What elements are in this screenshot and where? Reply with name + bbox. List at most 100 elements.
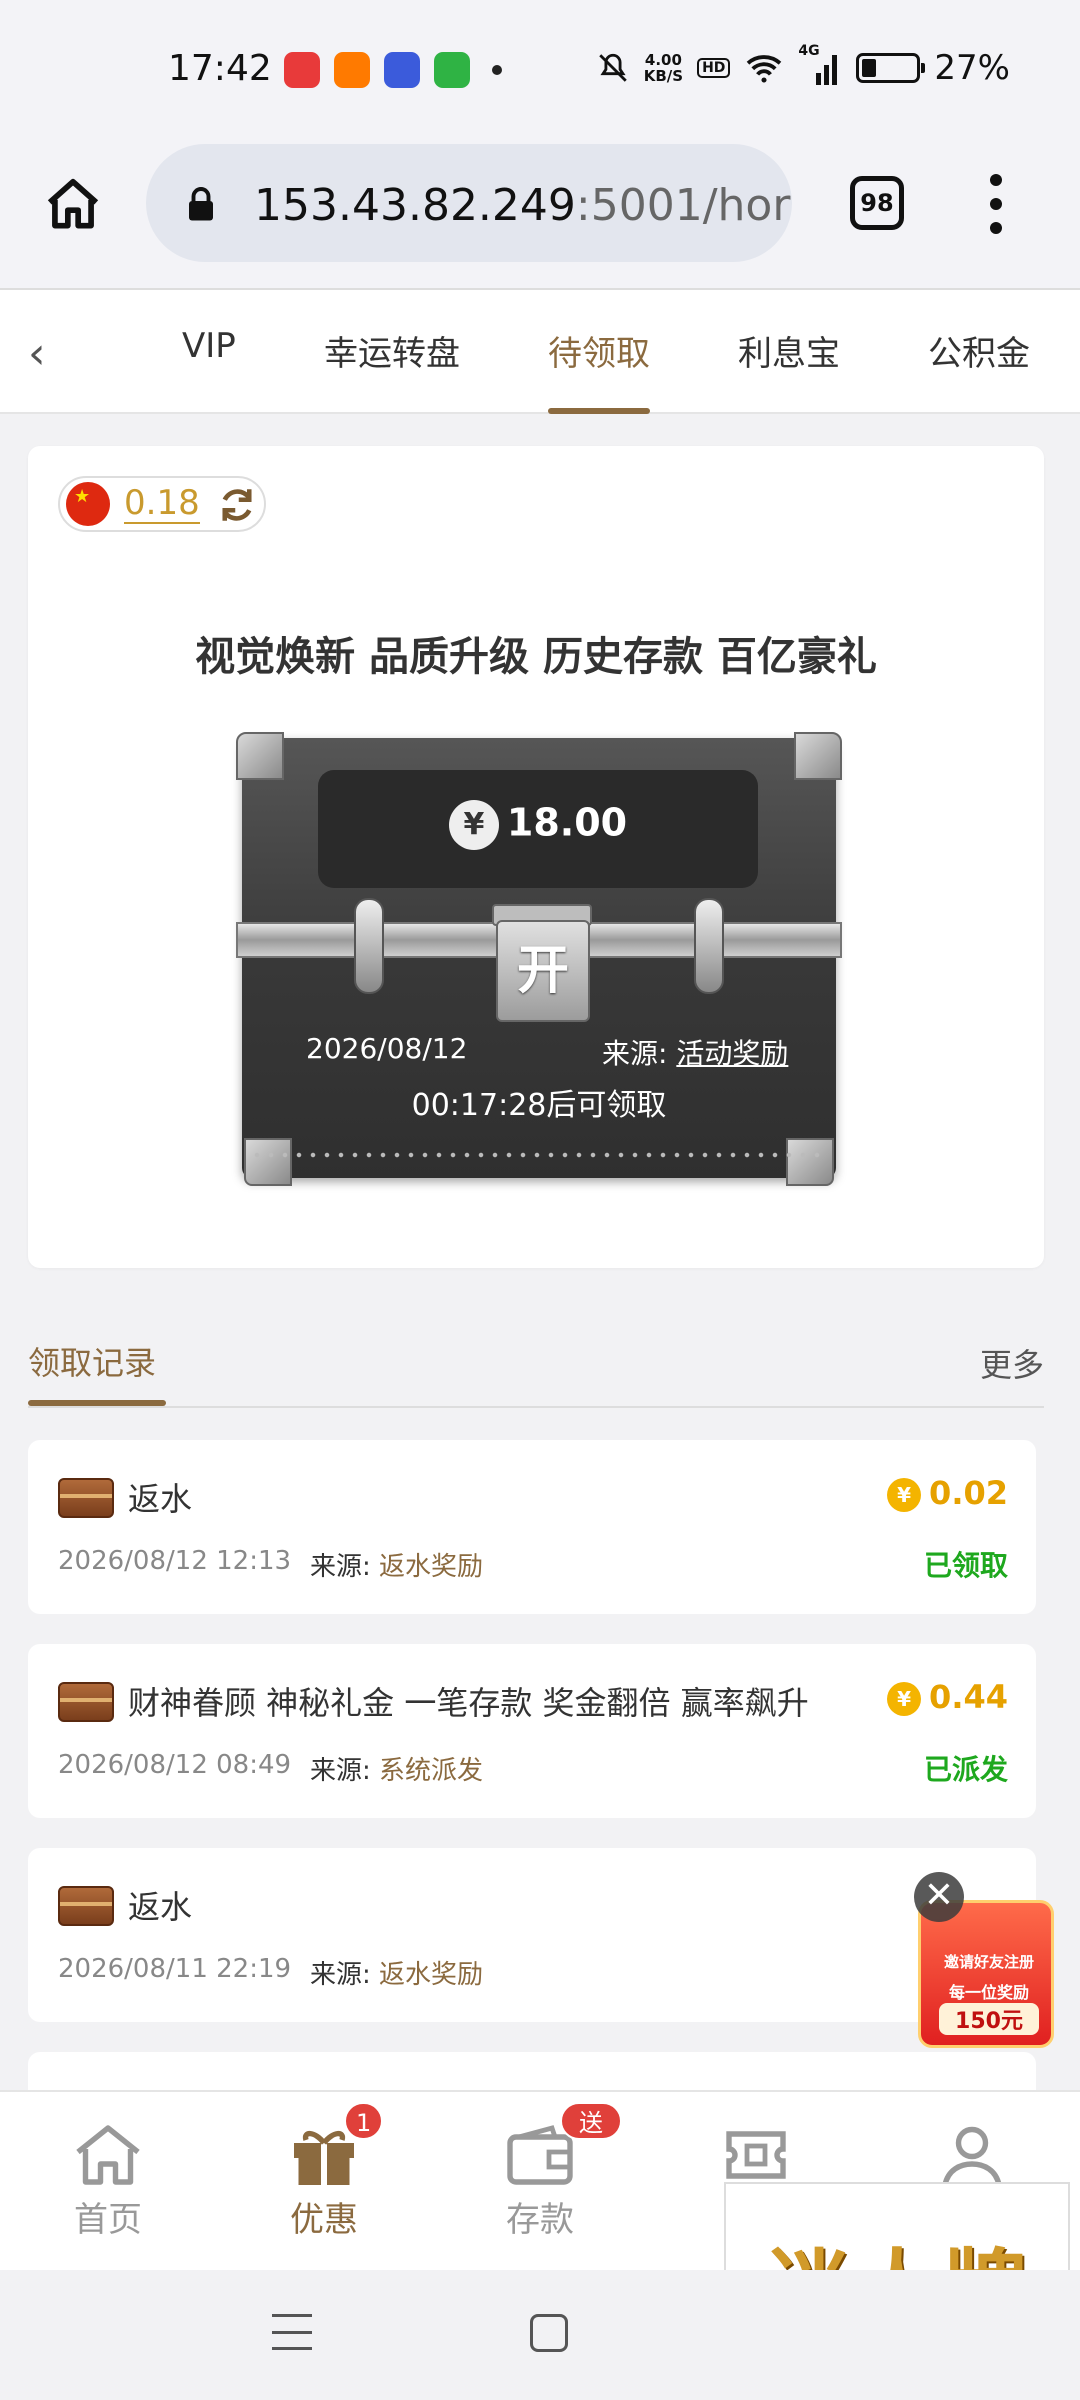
lock-icon	[189, 187, 213, 221]
battery-percent: 27%	[934, 48, 1010, 88]
system-home-icon[interactable]	[530, 2314, 568, 2352]
records-header: 领取记录 更多	[28, 1312, 1044, 1408]
recent-apps-icon[interactable]	[272, 2314, 312, 2350]
tab-deposit[interactable]: 存款 送3%	[460, 2092, 623, 2272]
record-amount: ¥0.02	[887, 1474, 1008, 1512]
address-bar[interactable]: 153.43.82.249:5001/hor	[146, 144, 792, 262]
open-lock-button[interactable]: 开	[496, 920, 590, 1022]
record-item[interactable]: 财神眷顾 神秘礼金 一笔存款 奖金翻倍 赢率飙升 ¥0.44 2026/08/1…	[28, 1644, 1036, 1818]
treasure-chest-icon	[58, 1886, 114, 1926]
record-source-value: 返水奖励	[379, 1552, 484, 1582]
record-item[interactable]: 返水 ¥0.02 2026/08/12 12:13 来源: 返水奖励 已领取	[28, 1440, 1036, 1614]
taobao-app-icon	[334, 52, 370, 88]
record-status: 已领取	[923, 1549, 1008, 1582]
china-flag-icon: ★	[66, 482, 110, 526]
close-icon[interactable]: ✕	[914, 1872, 964, 1922]
tab-vip[interactable]: VIP	[182, 326, 236, 366]
phone-app-icon	[434, 52, 470, 88]
home-icon[interactable]	[42, 174, 104, 236]
balance-pill: ★ 0.18	[58, 476, 266, 532]
treasure-chest-icon	[58, 1682, 114, 1722]
chest-rivets	[250, 1152, 828, 1158]
chest-source-link[interactable]: 活动奖励	[676, 1037, 788, 1070]
record-source-value: 系统派发	[379, 1756, 484, 1786]
wifi-icon	[747, 55, 782, 83]
chest-corner	[786, 1138, 834, 1186]
signal-icon: 4G	[798, 43, 842, 85]
net-speed: 4.00 KB/S	[644, 52, 683, 84]
tab-pending[interactable]: 待领取	[548, 326, 650, 375]
record-title: 返水	[128, 1480, 193, 1518]
status-bar: 17:42 4.00 KB/S HD 4G 27%	[0, 0, 1080, 140]
chest-corner	[244, 1138, 292, 1186]
mute-icon	[598, 53, 627, 82]
record-source-label: 来源:	[310, 1552, 371, 1582]
back-chevron-icon[interactable]: ‹	[28, 328, 46, 379]
record-source-label: 来源:	[310, 1756, 371, 1786]
more-notifications-icon	[492, 65, 502, 75]
coupon-app-icon	[384, 52, 420, 88]
record-time: 2026/08/12 12:13	[58, 1546, 292, 1576]
record-title: 返水	[128, 1888, 193, 1926]
record-time: 2026/08/12 08:49	[58, 1750, 292, 1780]
tab-interest[interactable]: 利息宝	[738, 326, 840, 375]
balance-value: 0.18	[124, 483, 200, 524]
signal-label: 4G	[798, 43, 820, 59]
chest-source: 来源: 活动奖励	[602, 1032, 788, 1072]
record-amount-value: 0.02	[929, 1474, 1008, 1512]
promotions-badge: 1	[344, 2102, 384, 2140]
chest-amount-plate: ¥18.00	[318, 770, 758, 888]
url-host: 153.43.82.249	[254, 180, 576, 231]
records-tab-indicator	[28, 1400, 166, 1406]
deposit-bonus-badge: 送3%	[560, 2102, 623, 2175]
invite-banner[interactable]: 邀请好友注册 每一位奖励 150元	[918, 1900, 1054, 2048]
tab-home[interactable]: 首页	[28, 2092, 188, 2272]
invite-line1: 邀请好友注册	[943, 1953, 1034, 1971]
ticket-icon	[726, 2131, 786, 2179]
tab-switcher-button[interactable]: 98	[850, 176, 904, 230]
chest-clasp	[694, 898, 724, 994]
records-more-link[interactable]: 更多	[980, 1340, 1044, 1386]
url-text: 153.43.82.249:5001/hor	[254, 180, 790, 231]
browser-toolbar: 153.43.82.249:5001/hor 98	[0, 140, 1080, 290]
tab-provident-fund[interactable]: 公积金	[928, 326, 1030, 375]
record-source: 来源: 系统派发	[310, 1750, 483, 1787]
status-time: 17:42	[168, 48, 272, 89]
record-item[interactable]: 返水 2026/08/11 22:19 来源: 返水奖励	[28, 1848, 1036, 2022]
refresh-icon[interactable]	[216, 484, 258, 526]
music-app-icon	[284, 52, 320, 88]
chest-amount-value: 18.00	[506, 800, 628, 845]
net-speed-value: 4.00	[644, 51, 682, 69]
status-right: 4.00 KB/S HD 4G 27%	[596, 43, 1010, 88]
record-amount: ¥0.44	[887, 1678, 1008, 1716]
tab-home-label: 首页	[74, 2200, 142, 2240]
chest-countdown: 00:17:28后可领取	[411, 1088, 667, 1123]
treasure-chest[interactable]: ¥18.00 开 2026/08/12 来源: 活动奖励 00:17:28后可领…	[236, 724, 842, 1186]
hd-badge: HD	[697, 58, 731, 78]
promo-title: 视觉焕新 品质升级 历史存款 百亿豪礼	[195, 634, 877, 680]
chest-corner	[794, 732, 842, 780]
chest-amount: ¥18.00	[318, 800, 758, 850]
pending-reward-card: ★ 0.18 视觉焕新 品质升级 历史存款 百亿豪礼 ¥18.00 开 2026…	[28, 446, 1044, 1268]
coin-icon: ¥	[887, 1682, 922, 1716]
invite-friends-float[interactable]: 邀请好友注册 每一位奖励 150元 ✕	[914, 1872, 1054, 2048]
record-status: 已派发	[923, 1753, 1008, 1786]
home-tab-icon	[76, 2125, 140, 2185]
user-icon	[942, 2126, 1002, 2186]
record-amount-value: 0.44	[929, 1678, 1008, 1716]
tab-promotions-label: 优惠	[290, 2200, 358, 2240]
notification-icons	[284, 52, 502, 88]
chest-source-label: 来源:	[602, 1037, 668, 1070]
tab-lucky-wheel[interactable]: 幸运转盘	[324, 326, 460, 375]
tab-promotions[interactable]: 优惠 1	[244, 2092, 404, 2272]
treasure-chest-icon	[58, 1478, 114, 1518]
record-source-label: 来源:	[310, 1960, 371, 1990]
record-time: 2026/08/11 22:19	[58, 1954, 292, 1984]
records-title[interactable]: 领取记录	[28, 1338, 156, 1384]
yen-icon: ¥	[448, 800, 499, 850]
browser-menu-icon[interactable]	[986, 174, 1006, 234]
active-tab-indicator	[548, 408, 650, 414]
invite-amount: 150元	[939, 2003, 1039, 2035]
chest-corner	[236, 732, 284, 780]
record-title: 财神眷顾 神秘礼金 一笔存款 奖金翻倍 赢率飙升	[128, 1684, 809, 1722]
